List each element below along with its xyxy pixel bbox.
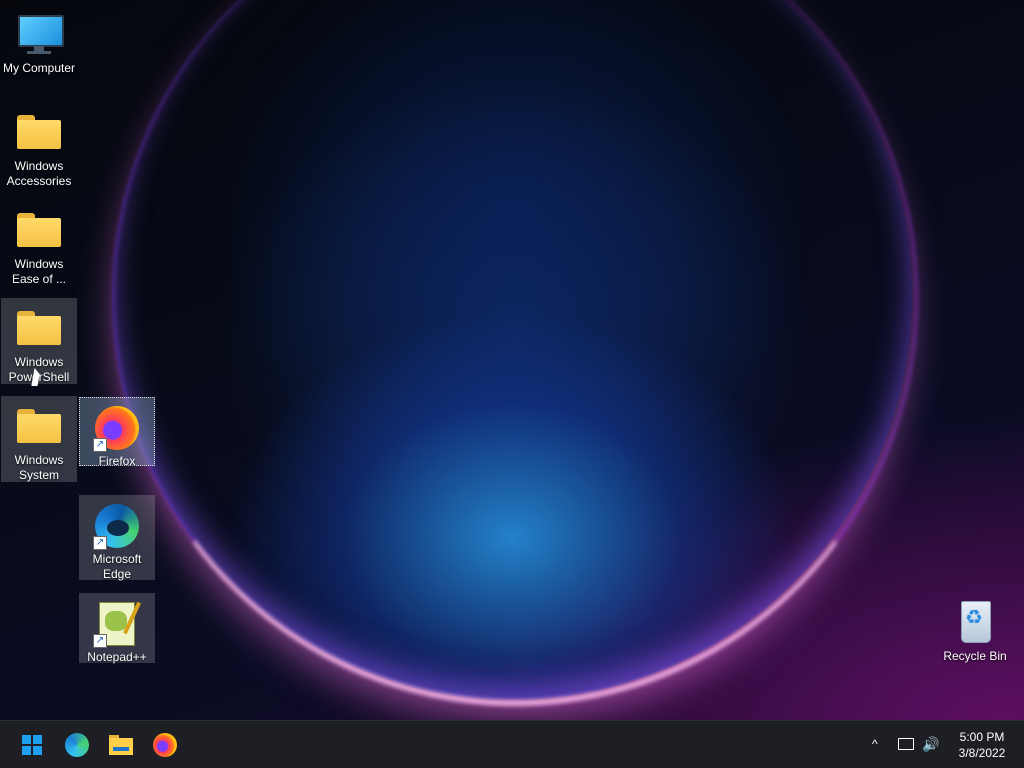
network-icon[interactable]: [898, 738, 914, 750]
windows-start-icon: [22, 735, 42, 755]
edge-icon: [65, 733, 89, 757]
wallpaper-bloom-rim: [112, 0, 918, 706]
desktop-icon-label: Firefox: [98, 454, 136, 468]
desktop-icon-label: Notepad++: [87, 650, 147, 664]
taskbar: ^ 🔊 5:00 PM 3/8/2022: [0, 720, 1024, 768]
recycle-bin-icon: [951, 599, 999, 647]
desktop-icon-my-computer[interactable]: My Computer: [1, 4, 77, 77]
desktop-icon-label: Windows Accessories: [6, 159, 72, 188]
desktop-icon-firefox[interactable]: ↗ Firefox: [79, 397, 155, 468]
desktop-icon-label: Microsoft Edge: [92, 552, 142, 581]
computer-icon: [15, 11, 64, 59]
notepad-plus-plus-icon: ↗: [93, 600, 141, 648]
clock-date: 3/8/2022: [958, 746, 1006, 760]
desktop-icon-label: Windows System: [14, 453, 64, 482]
start-button[interactable]: [16, 729, 48, 761]
desktop-icon-label: My Computer: [2, 61, 76, 75]
desktop-icon-label: Windows Ease of ...: [11, 257, 67, 286]
clock-time: 5:00 PM: [959, 730, 1005, 744]
shortcut-arrow-icon: ↗: [93, 536, 107, 550]
firefox-icon: [153, 733, 177, 757]
taskbar-edge-button[interactable]: [61, 729, 93, 761]
desktop-icon-recycle-bin[interactable]: Recycle Bin: [937, 592, 1013, 665]
desktop-icon-notepad-plus-plus[interactable]: ↗ Notepad++: [79, 593, 155, 664]
taskbar-clock[interactable]: 5:00 PM 3/8/2022: [948, 729, 1016, 761]
volume-icon[interactable]: 🔊: [922, 735, 939, 753]
desktop-icon-windows-system[interactable]: Windows System: [1, 396, 77, 482]
shortcut-arrow-icon: ↗: [93, 634, 107, 648]
folder-icon: [15, 207, 63, 255]
desktop-icon-windows-accessories[interactable]: Windows Accessories: [1, 102, 77, 190]
taskbar-firefox-button[interactable]: [149, 729, 181, 761]
show-hidden-icons-chevron-icon[interactable]: ^: [872, 735, 878, 753]
folder-icon: [15, 403, 63, 451]
file-explorer-icon: [109, 735, 133, 755]
folder-icon: [15, 305, 63, 353]
firefox-icon: ↗: [93, 404, 141, 452]
desktop-icon-label: Recycle Bin: [943, 649, 1007, 663]
desktop-icon-windows-ease-of-access[interactable]: Windows Ease of ...: [1, 200, 77, 288]
desktop-icon-microsoft-edge[interactable]: ↗ Microsoft Edge: [79, 495, 155, 581]
folder-icon: [15, 109, 63, 157]
shortcut-arrow-icon: ↗: [93, 438, 107, 452]
taskbar-file-explorer-button[interactable]: [105, 729, 137, 761]
edge-icon: ↗: [93, 502, 141, 550]
